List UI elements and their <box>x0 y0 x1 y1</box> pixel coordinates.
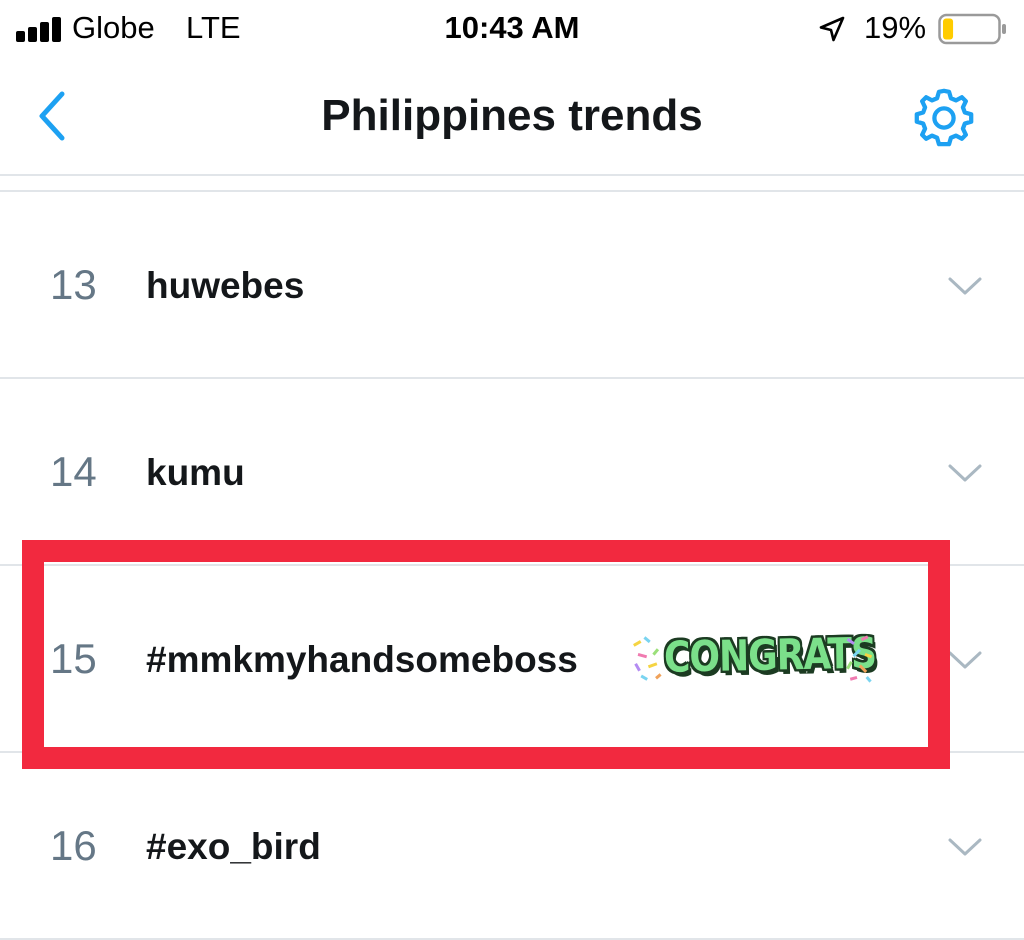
chevron-down-icon[interactable] <box>946 461 984 485</box>
sticker-text: CONGRATS <box>663 629 877 683</box>
trend-name: huwebes <box>146 265 305 306</box>
battery-icon <box>938 13 1006 45</box>
location-arrow-icon <box>819 16 845 42</box>
twitter-trends-screen: Globe LTE 10:43 AM 19% Philippines trend… <box>0 0 1024 940</box>
chevron-down-icon[interactable] <box>946 274 984 298</box>
page-title: Philippines trends <box>321 91 703 140</box>
status-bar: Globe LTE 10:43 AM 19% <box>0 0 1024 58</box>
settings-button[interactable] <box>912 86 982 150</box>
confetti-icon <box>846 635 873 683</box>
trend-name: #mmkmyhandsomeboss <box>146 639 578 680</box>
trend-row-13[interactable]: 13 huwebes <box>0 192 1024 378</box>
confetti-icon <box>633 636 662 681</box>
chevron-down-icon[interactable] <box>946 648 984 672</box>
battery-percentage: 19% <box>864 10 927 45</box>
chevron-down-icon[interactable] <box>946 835 984 859</box>
trend-rank: 14 <box>50 448 97 495</box>
trend-row-14[interactable]: 14 kumu <box>0 379 1024 565</box>
battery-level-fill <box>943 18 954 40</box>
navigation-bar: Philippines trends <box>0 58 1024 176</box>
trend-rank: 15 <box>50 635 97 682</box>
trend-name: kumu <box>146 452 245 493</box>
trend-rank: 16 <box>50 822 97 869</box>
trend-row-15[interactable]: 15 #mmkmyhandsomeboss CONGRATS <box>0 566 1024 752</box>
trend-name: #exo_bird <box>146 826 321 867</box>
gear-icon <box>914 88 974 147</box>
congrats-sticker: CONGRATS <box>630 628 878 688</box>
trend-rank: 13 <box>50 261 97 308</box>
nav-divider <box>0 174 1024 176</box>
trend-row-16[interactable]: 16 #exo_bird <box>0 753 1024 939</box>
